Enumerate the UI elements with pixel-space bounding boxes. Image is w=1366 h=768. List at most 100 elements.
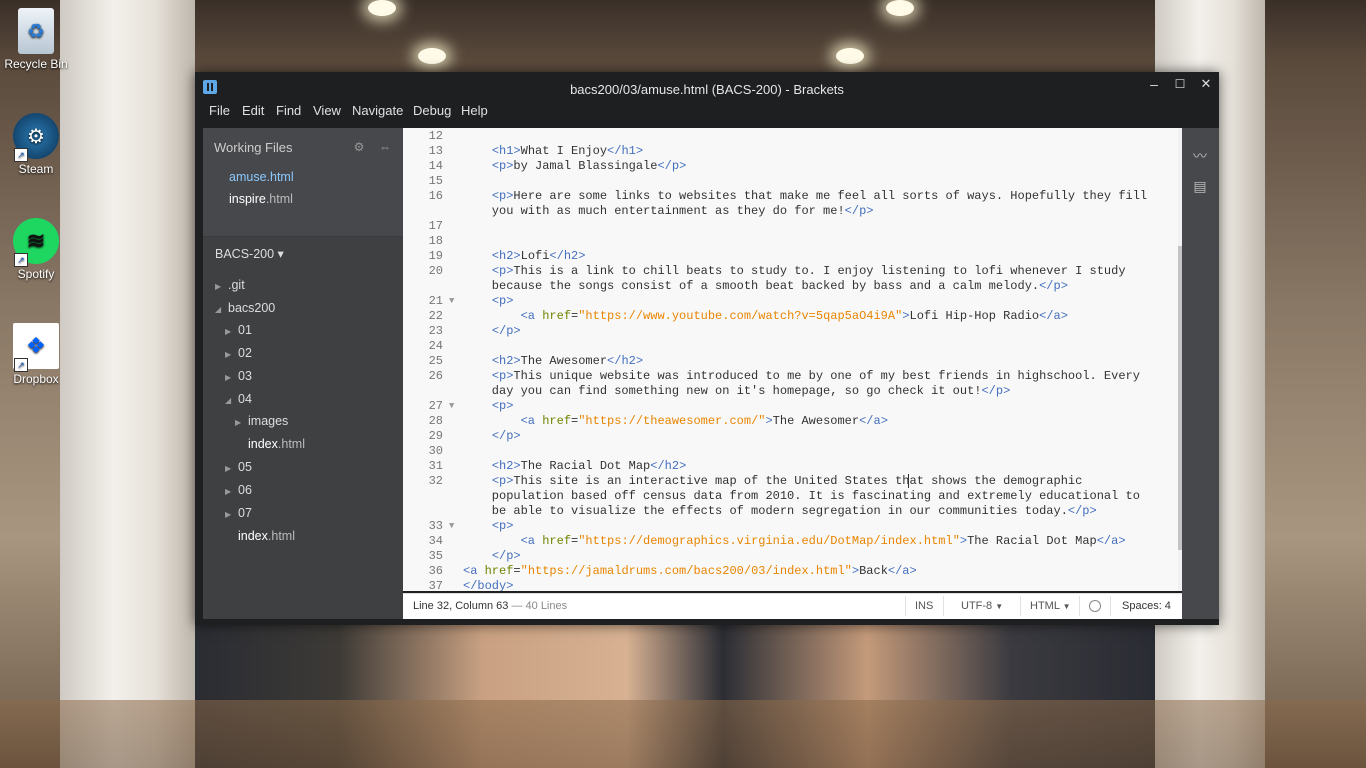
chevron-right-icon: ▶ <box>225 510 232 519</box>
tree-file-index[interactable]: index.html <box>238 529 295 543</box>
menu-edit[interactable]: Edit <box>242 103 264 118</box>
code-line[interactable]: <h2>The Awesomer</h2> <box>463 354 643 368</box>
tree-label: 02 <box>238 346 252 360</box>
tree-folder-06[interactable]: ▶ 06 <box>225 483 252 497</box>
code-line[interactable]: <h2>The Racial Dot Map</h2> <box>463 459 686 473</box>
code-line[interactable]: <p> <box>463 294 514 308</box>
live-preview-icon[interactable]: 〰 <box>1190 146 1210 164</box>
line-number: 28 <box>428 414 443 428</box>
line-number: 30 <box>428 444 443 458</box>
line-number: 18 <box>428 234 443 248</box>
indent-spaces[interactable]: Spaces: 4 <box>1122 600 1171 612</box>
working-file-amuse[interactable]: amuse.html <box>229 170 294 184</box>
code-line[interactable]: day you can find something new on it's h… <box>463 384 1011 398</box>
code-line[interactable]: be able to visualize the effects of mode… <box>463 504 1097 518</box>
code-line[interactable]: <a href="https://demographics.virginia.e… <box>463 534 1126 548</box>
code-line[interactable]: <a href="https://jamaldrums.com/bacs200/… <box>463 564 917 578</box>
code-line[interactable]: you with as much entertainment as they d… <box>463 204 874 218</box>
code-line[interactable]: <p>This unique website was introduced to… <box>463 369 1140 383</box>
tree-folder-03[interactable]: ▶ 03 <box>225 369 252 383</box>
code-line[interactable]: <a href="https://theawesomer.com/">The A… <box>463 414 888 428</box>
code-line[interactable]: <h2>Lofi</h2> <box>463 249 586 263</box>
fold-arrow-icon[interactable]: ▼ <box>449 401 454 411</box>
chevron-right-icon: ▶ <box>225 327 232 336</box>
code-line[interactable]: <p> <box>463 519 514 533</box>
brackets-window: bacs200/03/amuse.html (BACS-200) - Brack… <box>195 72 1219 625</box>
desktop-icon-steam[interactable]: ⚙ ↗ Steam <box>4 113 68 176</box>
fold-arrow-icon[interactable]: ▼ <box>449 521 454 531</box>
tree-folder-04[interactable]: ◢ 04 <box>225 392 252 406</box>
line-number: 31 <box>428 459 443 473</box>
window-title: bacs200/03/amuse.html (BACS-200) - Brack… <box>570 82 844 97</box>
file-ext: .html <box>266 170 294 184</box>
title-bar[interactable]: bacs200/03/amuse.html (BACS-200) - Brack… <box>195 72 1219 98</box>
tree-label: 05 <box>238 460 252 474</box>
code-line[interactable]: </body> <box>463 579 513 591</box>
status-divider <box>943 596 944 616</box>
tree-folder-05[interactable]: ▶ 05 <box>225 460 252 474</box>
tree-folder-07[interactable]: ▶ 07 <box>225 506 252 520</box>
tree-label: 04 <box>238 392 252 406</box>
code-line[interactable]: population based off census data from 20… <box>463 489 1140 503</box>
fold-arrow-icon[interactable]: ▼ <box>449 296 454 306</box>
insert-mode-toggle[interactable]: INS <box>915 600 933 612</box>
code-line[interactable]: <p>Here are some links to websites that … <box>463 189 1147 203</box>
cursor-position-text: Line 32, Column 63 <box>413 600 509 612</box>
file-ext: .html <box>267 529 295 543</box>
code-editor[interactable]: 12 13 <h1>What I Enjoy</h1> 14 <p>by Jamal… <box>403 128 1182 591</box>
maximize-button[interactable]: ☐ <box>1167 74 1193 94</box>
ceiling-lamp <box>368 0 396 16</box>
menu-navigate[interactable]: Navigate <box>352 103 403 118</box>
desktop-icon-label: Steam <box>18 162 54 176</box>
code-line[interactable]: </p> <box>463 324 521 338</box>
language-dropdown[interactable]: HTML ▼ <box>1030 600 1071 612</box>
tree-label: images <box>248 414 289 428</box>
code-line[interactable]: </p> <box>463 549 521 563</box>
code-line[interactable]: <p> <box>463 399 514 413</box>
chevron-right-icon: ▶ <box>235 418 242 427</box>
project-dropdown[interactable]: BACS-200 ▾ <box>215 246 284 261</box>
desktop-icon-dropbox[interactable]: ❖ ↗ Dropbox <box>4 323 68 386</box>
menu-debug[interactable]: Debug <box>413 103 451 118</box>
encoding-dropdown[interactable]: UTF-8 ▼ <box>961 600 1003 612</box>
code-line[interactable]: <a href="https://www.youtube.com/watch?v… <box>463 309 1068 323</box>
line-count: — 40 Lines <box>511 600 568 612</box>
shortcut-arrow-icon: ↗ <box>14 148 28 162</box>
tree-folder-01[interactable]: ▶ 01 <box>225 323 252 337</box>
tree-label: index <box>238 529 268 543</box>
encoding-label: UTF-8 <box>961 600 993 612</box>
tree-folder-images[interactable]: ▶ images <box>235 414 288 428</box>
menu-help[interactable]: Help <box>461 103 488 118</box>
menu-file[interactable]: File <box>209 103 230 118</box>
code-line[interactable]: </p> <box>463 429 521 443</box>
gear-icon[interactable]: ⚙ <box>352 140 366 154</box>
tree-folder-02[interactable]: ▶ 02 <box>225 346 252 360</box>
code-line[interactable]: <p>This site is an interactive map of th… <box>463 474 1083 488</box>
file-ext: .html <box>265 192 293 206</box>
split-view-icon[interactable]: ⇔ <box>378 140 392 154</box>
status-bar: Line 32, Column 63 — 40 Lines INS UTF-8 … <box>403 593 1182 619</box>
extension-manager-icon[interactable]: ▤ <box>1190 178 1210 194</box>
working-file-inspire[interactable]: inspire.html <box>229 192 293 206</box>
line-number: 23 <box>428 324 443 338</box>
chevron-down-icon: ▼ <box>1062 602 1071 611</box>
tree-folder-bacs200[interactable]: ◢ bacs200 <box>215 301 275 315</box>
linter-status-icon[interactable] <box>1089 600 1101 612</box>
code-line[interactable]: <h1>What I Enjoy</h1> <box>463 144 643 158</box>
menu-find[interactable]: Find <box>276 103 301 118</box>
desktop-icon-recycle-bin[interactable]: ♻ Recycle Bin <box>4 8 68 71</box>
code-line[interactable]: <p>This is a link to chill beats to stud… <box>463 264 1126 278</box>
line-number: 20 <box>428 264 443 278</box>
code-line[interactable]: <p>by Jamal Blassingale</p> <box>463 159 686 173</box>
menu-view[interactable]: View <box>313 103 341 118</box>
close-button[interactable]: ✕ <box>1193 74 1219 94</box>
tree-folder-git[interactable]: ▶ .git <box>215 278 245 292</box>
desktop-icon-spotify[interactable]: ≋ ↗ Spotify <box>4 218 68 281</box>
chevron-right-icon: ▶ <box>215 282 222 291</box>
line-number: 26 <box>428 369 443 383</box>
tree-file-index-04[interactable]: index.html <box>248 437 305 451</box>
chevron-right-icon: ▶ <box>225 373 232 382</box>
code-line[interactable]: because the songs consist of a smooth be… <box>463 279 1068 293</box>
shortcut-arrow-icon: ↗ <box>14 358 28 372</box>
minimize-button[interactable]: – <box>1141 74 1167 94</box>
